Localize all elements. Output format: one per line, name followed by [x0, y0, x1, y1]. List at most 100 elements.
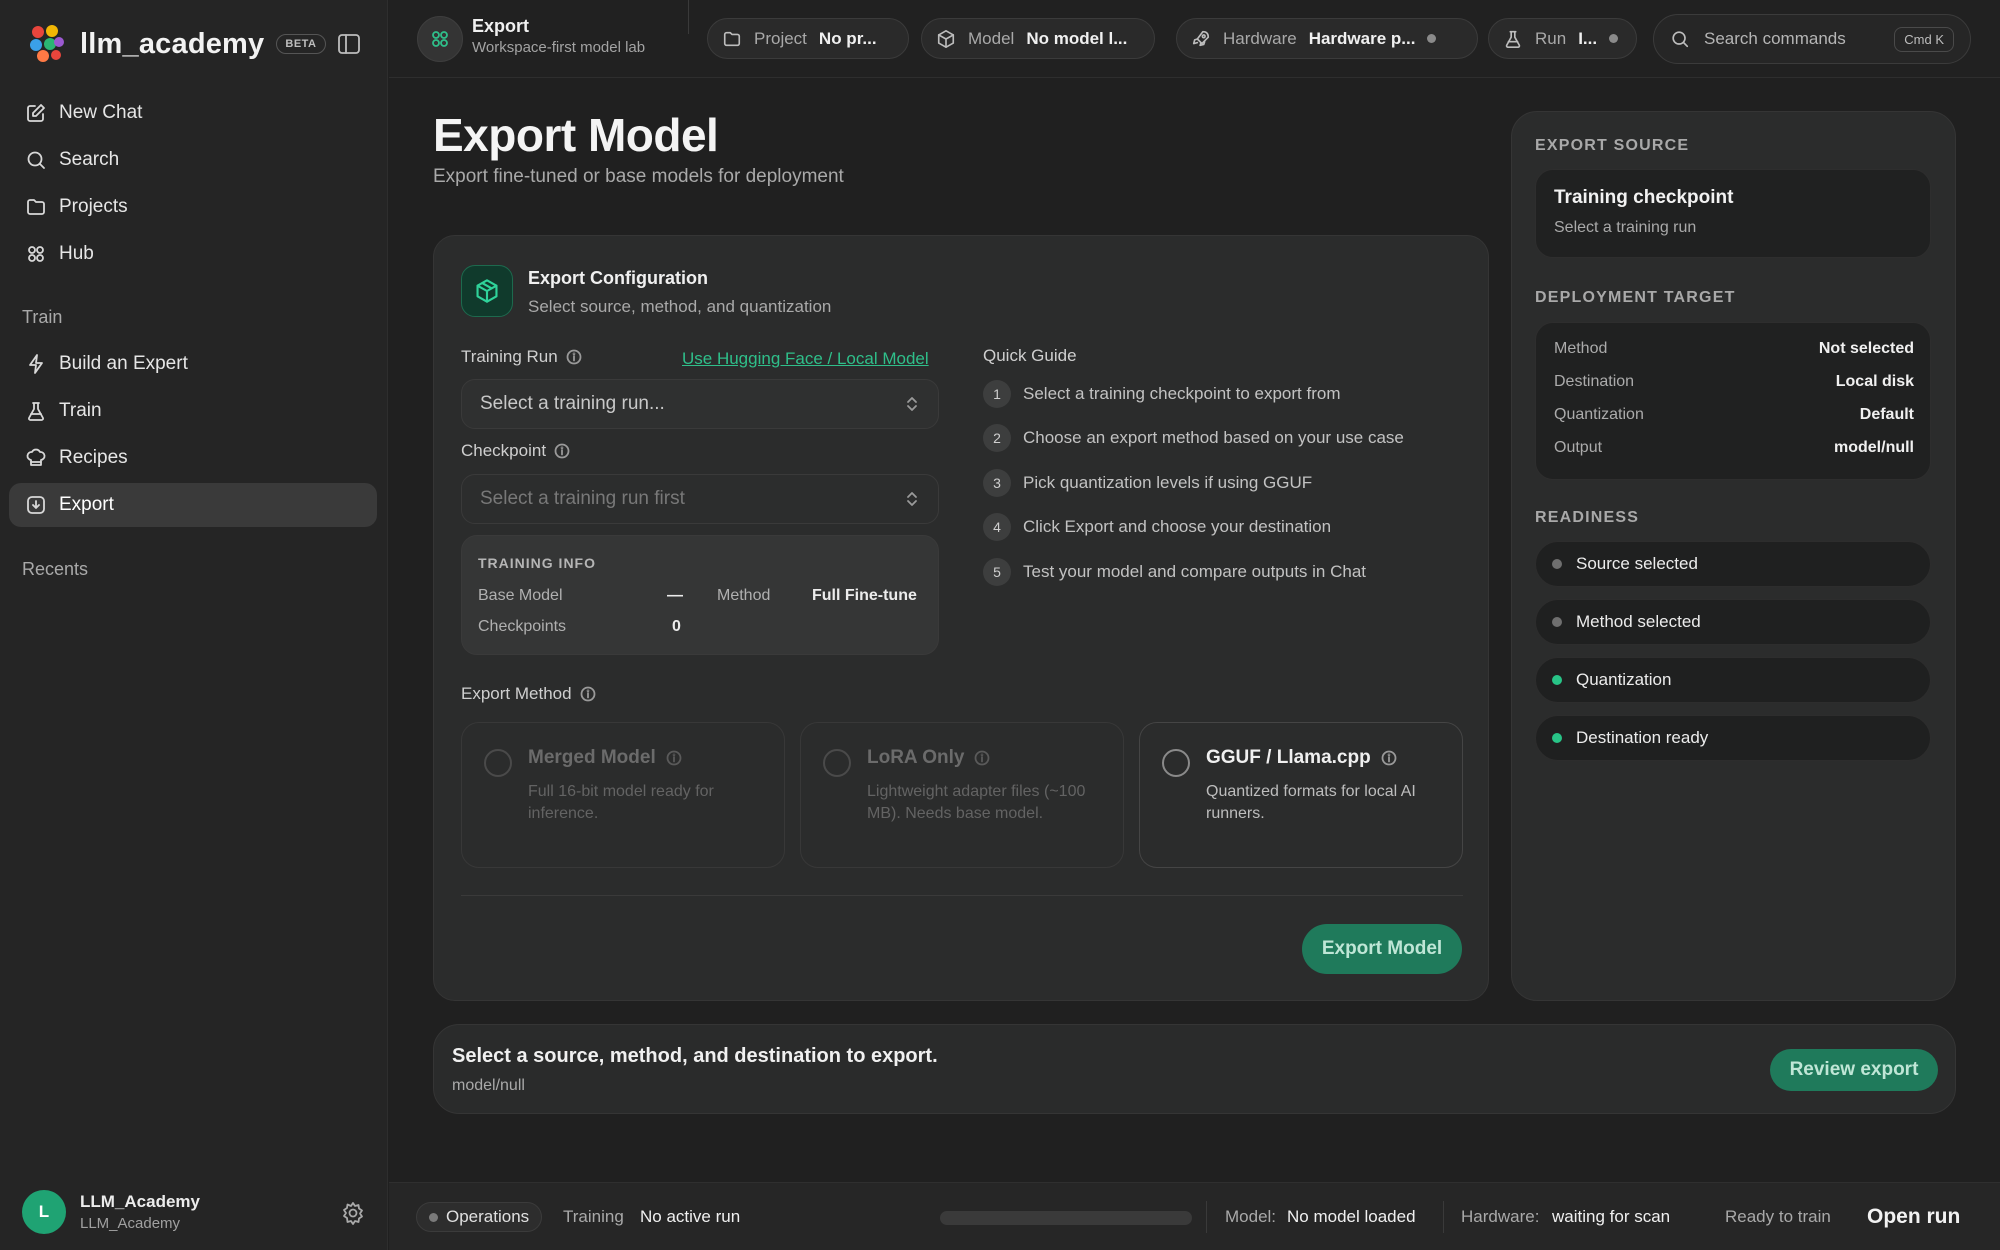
- bolt-icon: [29, 354, 43, 374]
- flask-icon: [28, 402, 44, 421]
- readiness-item-label: Method selected: [1576, 612, 1701, 631]
- readiness-item: Source selected: [1535, 541, 1931, 587]
- deployment-target-label: DEPLOYMENT TARGET: [1535, 289, 1736, 306]
- chevron-up-down-icon: [907, 492, 917, 506]
- readiness-item: Destination ready: [1535, 715, 1931, 761]
- export-method-label-text: Export Method: [461, 684, 572, 703]
- run-pill[interactable]: Run I...: [1488, 18, 1637, 59]
- guide-step-text: Pick quantization levels if using GGUF: [1023, 473, 1313, 492]
- review-export-button[interactable]: Review export: [1770, 1049, 1938, 1091]
- nav-hub[interactable]: Hub: [9, 232, 377, 276]
- readiness-item: Method selected: [1535, 599, 1931, 645]
- hugging-face-link[interactable]: Use Hugging Face / Local Model: [682, 349, 929, 369]
- guide-step: 2 Choose an export method based on your …: [983, 424, 1404, 452]
- info-icon[interactable]: [974, 750, 990, 766]
- checkpoints-value: 0: [672, 618, 681, 635]
- divider: [688, 0, 689, 34]
- breadcrumb-subtitle: Workspace-first model lab: [472, 39, 646, 56]
- info-icon[interactable]: [666, 750, 682, 766]
- train-section-label: Train: [22, 307, 63, 327]
- method-lora-only[interactable]: LoRA Only Lightweight adapter files (~10…: [800, 722, 1124, 868]
- info-icon[interactable]: [1381, 750, 1397, 766]
- info-icon[interactable]: [566, 349, 582, 365]
- quick-guide-title: Quick Guide: [983, 346, 1077, 365]
- workspace-icon[interactable]: [417, 16, 463, 62]
- export-source-title: Training checkpoint: [1554, 187, 1734, 208]
- method-gguf[interactable]: GGUF / Llama.cpp Quantized formats for l…: [1139, 722, 1463, 868]
- radio-button[interactable]: [1162, 749, 1190, 777]
- nav-build-expert-label: Build an Expert: [59, 353, 188, 374]
- training-run-placeholder: Select a training run...: [480, 393, 665, 414]
- method-title-text: GGUF / Llama.cpp: [1206, 747, 1371, 768]
- guide-step-text: Test your model and compare outputs in C…: [1023, 562, 1367, 581]
- ready-status: Ready to train: [1725, 1207, 1831, 1226]
- radio-button[interactable]: [484, 749, 512, 777]
- info-icon[interactable]: [554, 443, 570, 459]
- status-bar: Operations Training No active run Model:…: [389, 1182, 2000, 1250]
- guide-step-number: 4: [983, 513, 1011, 541]
- config-title: Export Configuration: [528, 268, 708, 288]
- nav-search[interactable]: Search: [9, 138, 377, 182]
- deployment-target-box: Method Not selected Destination Local di…: [1535, 322, 1931, 480]
- export-model-button[interactable]: Export Model: [1302, 924, 1462, 974]
- training-status-value: No active run: [640, 1207, 741, 1226]
- guide-step: 1 Select a training checkpoint to export…: [983, 380, 1341, 408]
- grid-icon: [28, 246, 44, 262]
- nav-hub-label: Hub: [59, 243, 94, 264]
- hardware-pill[interactable]: Hardware Hardware p...: [1176, 18, 1478, 59]
- guide-step-text: Select a training checkpoint to export f…: [1023, 384, 1341, 403]
- nav-new-chat-label: New Chat: [59, 102, 143, 123]
- checkpoint-placeholder: Select a training run first: [480, 488, 685, 509]
- edit-icon: [27, 104, 45, 122]
- open-run-button[interactable]: Open run: [1867, 1205, 1960, 1229]
- method-value: Full Fine-tune: [812, 587, 917, 604]
- nav-recipes[interactable]: Recipes: [9, 436, 377, 480]
- sidebar-toggle-icon[interactable]: [336, 32, 362, 56]
- training-run-label: Training Run: [461, 347, 582, 367]
- hardware-status-value: waiting for scan: [1552, 1207, 1671, 1226]
- command-search-placeholder: Search commands: [1704, 29, 1846, 48]
- readiness-item: Quantization: [1535, 657, 1931, 703]
- model-pill[interactable]: Model No model l...: [921, 18, 1155, 59]
- gear-icon[interactable]: [340, 1200, 366, 1226]
- rocket-icon: [1192, 30, 1210, 46]
- command-search[interactable]: Search commands Cmd K: [1653, 14, 1971, 64]
- hardware-pill-key: Hardware: [1223, 28, 1297, 48]
- user-name: LLM_Academy: [80, 1192, 200, 1211]
- nav-recipes-label: Recipes: [59, 447, 128, 468]
- nav-new-chat[interactable]: New Chat: [9, 91, 377, 135]
- method-label: Method: [717, 587, 771, 604]
- model-status-value: No model loaded: [1287, 1207, 1416, 1226]
- export-source-label: EXPORT SOURCE: [1535, 137, 1690, 154]
- page-title: Export Model: [433, 109, 719, 161]
- chevron-up-down-icon: [907, 397, 917, 411]
- nav-build-expert[interactable]: Build an Expert: [9, 342, 377, 386]
- method-merged-model[interactable]: Merged Model Full 16-bit model ready for…: [461, 722, 785, 868]
- checkpoint-select[interactable]: Select a training run first: [461, 474, 939, 524]
- radio-button[interactable]: [823, 749, 851, 777]
- training-info-title: TRAINING INFO: [478, 555, 596, 571]
- training-progress-bar: [940, 1211, 1192, 1225]
- status-dot: [1552, 559, 1562, 569]
- flask-icon: [1505, 30, 1521, 48]
- top-bar: Export Workspace-first model lab Project…: [389, 0, 2000, 78]
- operations-button[interactable]: Operations: [416, 1202, 543, 1232]
- nav-train[interactable]: Train: [9, 389, 377, 433]
- nav-export[interactable]: Export: [9, 483, 377, 527]
- user-profile[interactable]: L LLM_Academy LLM_Academy: [22, 1190, 200, 1234]
- run-pill-key: Run: [1535, 28, 1567, 48]
- action-bar-title: Select a source, method, and destination…: [452, 1045, 938, 1067]
- nav-projects[interactable]: Projects: [9, 185, 377, 229]
- export-action-bar: Select a source, method, and destination…: [433, 1024, 1956, 1114]
- brand[interactable]: llm_academy BETA: [28, 22, 326, 66]
- guide-step-number: 2: [983, 424, 1011, 452]
- run-status-dot: [1609, 34, 1619, 43]
- export-source-box[interactable]: Training checkpoint Select a training ru…: [1535, 169, 1931, 258]
- info-icon[interactable]: [580, 686, 596, 702]
- project-pill[interactable]: Project No pr...: [707, 18, 909, 59]
- training-run-select[interactable]: Select a training run...: [461, 379, 939, 429]
- divider: [461, 895, 1463, 896]
- training-info-box: TRAINING INFO Base Model — Method Full F…: [461, 535, 939, 655]
- guide-step-number: 1: [983, 380, 1011, 408]
- export-configuration-card: Export Configuration Select source, meth…: [433, 235, 1489, 1001]
